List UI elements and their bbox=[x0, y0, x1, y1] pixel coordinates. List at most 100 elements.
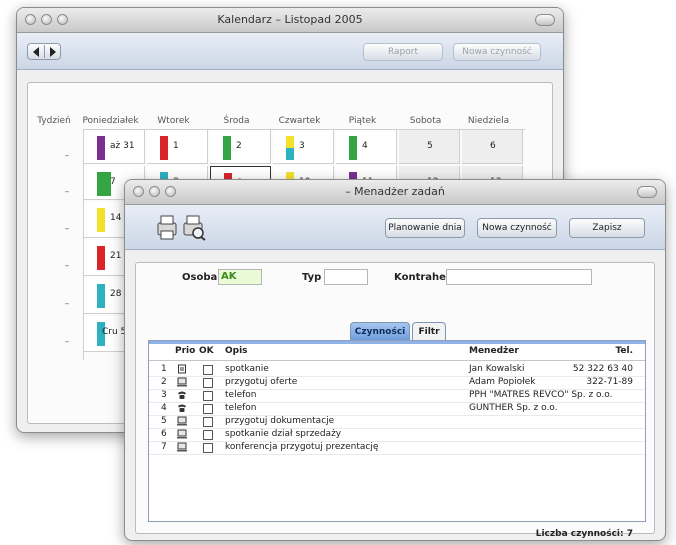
computer-icon bbox=[177, 377, 187, 387]
day-cell[interactable]: aż 31 bbox=[84, 130, 145, 164]
osoba-label: Osoba bbox=[182, 272, 218, 283]
typ-field[interactable] bbox=[324, 269, 368, 285]
kontrahent-field[interactable] bbox=[446, 269, 592, 285]
day-number: 28 bbox=[110, 289, 122, 299]
day-number: 7 bbox=[110, 177, 116, 187]
day-cell[interactable]: 3 bbox=[273, 130, 334, 164]
day-number: 4 bbox=[362, 141, 368, 151]
row-number: 7 bbox=[161, 442, 167, 452]
day-cell[interactable]: 4 bbox=[336, 130, 397, 164]
calendar-toolbar: Raport Nowa czynność bbox=[17, 33, 563, 70]
print-preview-icon[interactable] bbox=[181, 213, 207, 241]
week-column-header: Tydzień bbox=[37, 116, 71, 126]
table-header: Prio OK Opis Menedżer Tel. bbox=[149, 346, 645, 361]
day-number: 21 bbox=[110, 251, 122, 261]
row-opis: spotkanie bbox=[225, 364, 269, 374]
day-number: aż 31 bbox=[110, 141, 135, 151]
week-number: – bbox=[64, 224, 70, 234]
zoom-window-button[interactable] bbox=[57, 14, 68, 25]
computer-icon bbox=[177, 416, 187, 426]
month-nav-group bbox=[27, 43, 61, 60]
zoom-window-button[interactable] bbox=[165, 186, 176, 197]
done-checkbox[interactable] bbox=[203, 391, 213, 401]
column-tel[interactable]: Tel. bbox=[615, 346, 633, 356]
day-header-thursday: Czwartek bbox=[278, 116, 321, 126]
row-number: 5 bbox=[161, 416, 167, 426]
row-opis: telefon bbox=[225, 390, 257, 400]
day-header-monday: Poniedziałek bbox=[82, 116, 139, 126]
row-manager: GUNTHER Sp. z o.o. bbox=[469, 403, 558, 413]
day-cell[interactable]: 5 bbox=[399, 130, 460, 164]
table-row[interactable]: 1 spotkanie Jan Kowalski 52 322 63 40 bbox=[149, 363, 645, 377]
activity-marker bbox=[286, 148, 294, 160]
task-manager-title: – Menadżer zadań bbox=[345, 185, 445, 198]
activity-marker bbox=[97, 246, 105, 270]
day-header-tuesday: Wtorek bbox=[157, 116, 190, 126]
day-header-saturday: Sobota bbox=[409, 116, 442, 126]
column-ok[interactable]: OK bbox=[199, 346, 214, 356]
close-window-button[interactable] bbox=[25, 14, 36, 25]
column-opis[interactable]: Opis bbox=[225, 346, 248, 356]
day-planning-button[interactable]: Planowanie dnia bbox=[385, 218, 465, 238]
row-number: 3 bbox=[161, 390, 167, 400]
row-opis: spotkanie dział sprzedaży bbox=[225, 429, 342, 439]
day-number: 2 bbox=[236, 141, 242, 151]
activity-marker bbox=[97, 136, 105, 160]
day-number: 3 bbox=[299, 141, 305, 151]
table-row[interactable]: 3 telefon PPH "MATRES REVCO" Sp. z o.o. bbox=[149, 389, 645, 403]
day-cell[interactable]: 1 bbox=[147, 130, 208, 164]
row-number: 1 bbox=[161, 364, 167, 374]
activity-marker bbox=[97, 284, 105, 308]
activities-table: Prio OK Opis Menedżer Tel. 1 spotkanie Jan… bbox=[148, 340, 646, 539]
day-number: 5 bbox=[427, 141, 433, 151]
phone-icon bbox=[177, 403, 187, 413]
table-row[interactable]: 6 spotkanie dział sprzedaży bbox=[149, 428, 645, 442]
row-tel: 322-71-89 bbox=[586, 377, 633, 387]
day-cell[interactable]: 6 bbox=[462, 130, 523, 164]
done-checkbox[interactable] bbox=[203, 430, 213, 440]
row-tel: 52 322 63 40 bbox=[572, 364, 633, 374]
tab-filtr[interactable]: Filtr bbox=[412, 322, 446, 340]
minimize-window-button[interactable] bbox=[41, 14, 52, 25]
prev-month-arrow-icon[interactable] bbox=[33, 47, 39, 57]
row-manager: PPH "MATRES REVCO" Sp. z o.o. bbox=[469, 390, 613, 400]
row-opis: przygotuj dokumentacje bbox=[225, 416, 335, 426]
done-checkbox[interactable] bbox=[203, 365, 213, 375]
done-checkbox[interactable] bbox=[203, 378, 213, 388]
week-number: – bbox=[64, 337, 70, 347]
printer-icon[interactable] bbox=[155, 213, 179, 241]
table-row[interactable]: 7 konferencja przygotuj prezentację bbox=[149, 441, 645, 455]
raport-button[interactable]: Raport bbox=[363, 43, 443, 61]
column-prio[interactable]: Prio bbox=[175, 346, 195, 356]
table-row[interactable]: 2 przygotuj oferte Adam Popiołek 322-71-89 bbox=[149, 376, 645, 390]
row-opis: konferencja przygotuj prezentację bbox=[225, 442, 379, 452]
column-manager[interactable]: Menedżer bbox=[469, 346, 519, 356]
day-cell[interactable]: 2 bbox=[210, 130, 271, 164]
save-button[interactable]: Zapisz bbox=[569, 218, 645, 238]
row-manager: Jan Kowalski bbox=[469, 364, 525, 374]
done-checkbox[interactable] bbox=[203, 443, 213, 453]
toolbar-toggle-button[interactable] bbox=[535, 14, 555, 26]
calendar-title: Kalendarz – Listopad 2005 bbox=[217, 13, 363, 26]
osoba-field[interactable]: AK bbox=[218, 269, 262, 285]
row-manager: Adam Popiołek bbox=[469, 377, 536, 387]
activity-marker bbox=[286, 136, 294, 148]
task-new-activity-button[interactable]: Nowa czynność bbox=[477, 218, 557, 238]
calendar-new-activity-button[interactable]: Nowa czynność bbox=[453, 43, 541, 61]
done-checkbox[interactable] bbox=[203, 404, 213, 414]
table-row[interactable]: 5 przygotuj dokumentacje bbox=[149, 415, 645, 429]
day-header-sunday: Niedziela bbox=[467, 116, 510, 126]
row-number: 6 bbox=[161, 429, 167, 439]
calendar-titlebar: Kalendarz – Listopad 2005 bbox=[17, 8, 563, 33]
week-number: – bbox=[64, 299, 70, 309]
toolbar-toggle-button[interactable] bbox=[637, 186, 657, 198]
tab-czynnosci[interactable]: Czynności bbox=[350, 322, 410, 340]
close-window-button[interactable] bbox=[133, 186, 144, 197]
row-opis: telefon bbox=[225, 403, 257, 413]
week-number: – bbox=[64, 261, 70, 271]
table-row[interactable]: 4 telefon GUNTHER Sp. z o.o. bbox=[149, 402, 645, 416]
week-number: – bbox=[64, 151, 70, 161]
next-month-arrow-icon[interactable] bbox=[50, 47, 56, 57]
done-checkbox[interactable] bbox=[203, 417, 213, 427]
minimize-window-button[interactable] bbox=[149, 186, 160, 197]
